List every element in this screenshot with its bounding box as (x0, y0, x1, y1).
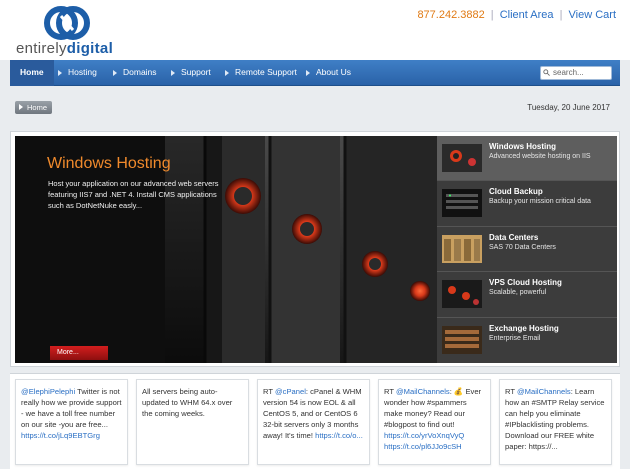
thumb-exchange-hosting[interactable]: Exchange Hosting Enterprise Email (437, 317, 617, 363)
tweet-link[interactable]: https://t.co/yrVoXnqVyQ https://t.co/pl6… (384, 431, 464, 451)
tweet-card: RT @MailChannels: 💰 Ever wonder how #spa… (378, 379, 491, 465)
logo-word-entirely: entirely (16, 40, 67, 57)
thumb-title: Data Centers (489, 232, 539, 242)
nav-item-support[interactable]: Support (171, 60, 211, 86)
thumb-data-centers[interactable]: Data Centers SAS 70 Data Centers (437, 226, 617, 273)
slide-stage: Windows Hosting Host your application on… (15, 136, 437, 363)
caret-right-icon (306, 69, 310, 76)
caret-right-icon (225, 69, 229, 76)
phone-number: 877.242.3882 (417, 9, 485, 21)
logo-wordmark: entirelydigital (16, 40, 113, 57)
thumb-subtitle: Advanced website hosting on IIS (489, 153, 591, 160)
nav-item-label: Remote Support (235, 67, 297, 77)
tweet-card: All servers being auto-updated to WHM 64… (136, 379, 249, 465)
tweet-prefix: RT (263, 387, 275, 396)
nav-item-hosting[interactable]: Hosting (58, 60, 97, 86)
breadcrumb-bar: Home Tuesday, 20 June 2017 (10, 96, 620, 120)
slide-thumbnails: Windows Hosting Advanced website hosting… (437, 136, 617, 363)
breadcrumb-label: Home (27, 103, 48, 112)
thumb-title: Windows Hosting (489, 142, 557, 151)
thumb-subtitle: Enterprise Email (489, 334, 541, 342)
search-placeholder: search... (553, 68, 584, 77)
caret-right-icon (171, 69, 175, 76)
tweet-card: RT @MailChannels: Learn how an #SMTP Rel… (499, 379, 612, 465)
thumb-image (442, 280, 482, 309)
thumb-subtitle: Backup your mission critical data (489, 198, 591, 206)
tweet-mention[interactable]: @ElephiPelephi (21, 387, 75, 396)
more-button[interactable]: More... (50, 346, 108, 360)
view-cart-link[interactable]: View Cart (569, 9, 616, 21)
main-nav: Home Hosting Domains Support Remote Supp… (10, 60, 620, 86)
thumb-subtitle: SAS 70 Data Centers (489, 243, 556, 251)
tweet-mention[interactable]: @MailChannels (517, 387, 571, 396)
tweet-mention[interactable]: @cPanel (275, 387, 306, 396)
thumb-title: Cloud Backup (489, 187, 543, 197)
tweet-card: RT @cPanel: cPanel & WHM version 54 is n… (257, 379, 370, 465)
nav-item-remote-support[interactable]: Remote Support (225, 60, 297, 86)
featured-slider: Windows Hosting Host your application on… (10, 131, 620, 367)
thumb-windows-hosting[interactable]: Windows Hosting Advanced website hosting… (437, 136, 617, 182)
thumb-image (442, 325, 482, 354)
thumb-image (442, 234, 482, 263)
tweet-card: @ElephiPelephi Twitter is not really how… (15, 379, 128, 465)
client-area-link[interactable]: Client Area (500, 9, 554, 21)
site-logo[interactable]: entirelydigital (14, 6, 124, 57)
slide-description: Host your application on our advanced we… (48, 179, 219, 210)
top-link-separator: | (490, 9, 494, 21)
thumb-title: VPS Cloud Hosting (489, 278, 562, 288)
thumb-image (442, 189, 482, 218)
breadcrumb-home[interactable]: Home (15, 101, 53, 114)
thumb-image (442, 144, 482, 172)
tweet-text: All servers being auto-updated to WHM 64… (142, 387, 233, 418)
logo-word-digital: digital (66, 40, 114, 57)
tweet-text: : Learn how an #SMTP Relay service can h… (505, 387, 605, 451)
slide-title: Windows Hosting (47, 155, 171, 172)
thumb-cloud-backup[interactable]: Cloud Backup Backup your mission critica… (437, 181, 617, 227)
site-header: entirelydigital 877.242.3882 | Client Ar… (0, 0, 630, 60)
nav-item-label: Support (181, 67, 211, 77)
nav-item-about-us[interactable]: About Us (306, 60, 351, 86)
nav-item-home[interactable]: Home (10, 60, 54, 86)
tweet-prefix: RT (505, 387, 517, 396)
nav-item-label: Domains (123, 67, 157, 77)
search-icon (543, 69, 550, 76)
tweet-link[interactable]: https://t.co/jLq9EBTGrg (21, 431, 100, 440)
nav-item-label: About Us (316, 67, 351, 77)
top-link-separator: | (559, 9, 563, 21)
nav-item-label: Home (20, 67, 44, 77)
twitter-feed: @ElephiPelephi Twitter is not really how… (10, 373, 620, 469)
thumb-subtitle: Scalable, powerful (489, 289, 547, 297)
search-input[interactable]: search... (540, 66, 612, 80)
caret-right-icon (58, 69, 62, 76)
tweet-prefix: RT (384, 387, 396, 396)
triangle-right-icon (19, 104, 23, 110)
nav-item-label: Hosting (68, 67, 97, 77)
top-links: 877.242.3882 | Client Area | View Cart (417, 9, 616, 21)
caret-right-icon (113, 69, 117, 76)
logo-mark-icon (44, 6, 90, 40)
thumb-title: Exchange Hosting (489, 323, 559, 333)
tweet-mention[interactable]: @MailChannels (396, 387, 450, 396)
thumb-vps-cloud-hosting[interactable]: VPS Cloud Hosting Scalable, powerful (437, 272, 617, 318)
current-date: Tuesday, 20 June 2017 (527, 103, 610, 112)
nav-item-domains[interactable]: Domains (113, 60, 157, 86)
tweet-link[interactable]: https://t.co/o... (315, 431, 363, 440)
